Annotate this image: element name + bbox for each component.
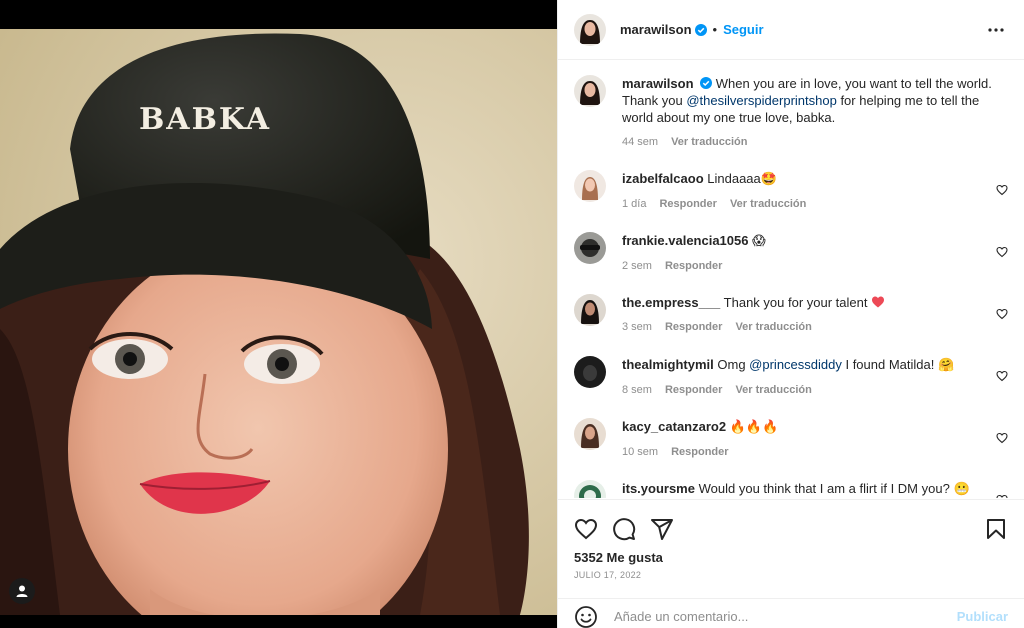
like-comment-heart-icon[interactable] (996, 246, 1008, 258)
heart-icon (574, 518, 598, 539)
post-header: marawilson • Seguir (558, 0, 1024, 60)
reply-button[interactable]: Responder (665, 382, 722, 399)
reply-button[interactable]: Responder (665, 258, 722, 275)
comment-username[interactable]: its.yoursme (622, 481, 695, 496)
caption-avatar[interactable] (574, 75, 606, 107)
comment-item: its.yoursme Would you think that I am a … (574, 480, 1008, 498)
publish-button[interactable]: Publicar (957, 609, 1008, 624)
comment-composer: Publicar (558, 598, 1024, 628)
like-button[interactable] (574, 517, 598, 541)
avatar-image (574, 418, 606, 450)
avatar-image (574, 356, 606, 388)
user-icon (16, 585, 28, 597)
like-comment-heart-icon[interactable] (996, 184, 1008, 196)
verified-badge-icon (694, 23, 707, 36)
comment-emoji: 🔥🔥🔥 (729, 420, 779, 435)
comment-age[interactable]: 2 sem (622, 258, 652, 275)
comment-button[interactable] (612, 517, 636, 541)
post-date[interactable]: JULIO 17, 2022 (574, 570, 641, 580)
comment-username[interactable]: kacy_catanzaro2 (622, 419, 726, 434)
avatar-image (574, 170, 606, 202)
more-dots-icon (988, 27, 1004, 32)
follow-button[interactable]: Seguir (723, 22, 763, 37)
verified-badge-icon (700, 77, 713, 89)
paper-plane-icon (651, 518, 673, 540)
commenter-avatar[interactable] (574, 170, 606, 202)
commenter-avatar[interactable] (574, 294, 606, 326)
like-comment-heart-icon[interactable] (996, 308, 1008, 320)
comment-item: frankie.valencia1056 😱 2 sem Responder (574, 232, 1008, 294)
comment-text: I found Matilda! (841, 357, 935, 372)
reply-button[interactable]: Responder (659, 196, 716, 213)
author-avatar[interactable] (574, 13, 606, 46)
comment-mention[interactable]: @princessdiddy (749, 357, 842, 372)
translate-button[interactable]: Ver traducción (735, 319, 811, 336)
comment-username[interactable]: izabelfalcaoo (622, 171, 704, 186)
comment-bubble-icon (613, 517, 636, 540)
commenter-avatar[interactable] (574, 356, 606, 388)
comment-text: Lindaaaa (707, 171, 761, 186)
caption-translate-button[interactable]: Ver traducción (671, 134, 747, 151)
save-button[interactable] (984, 517, 1008, 541)
author-username[interactable]: marawilson (620, 21, 692, 39)
comment-text-start: Omg (717, 357, 750, 372)
comment-item: kacy_catanzaro2 🔥🔥🔥 10 sem Responder (574, 418, 1008, 480)
comment-age[interactable]: 8 sem (622, 382, 652, 399)
comment-emoji: 😬 (953, 482, 970, 497)
post-image-panel[interactable]: BABKA (0, 0, 557, 628)
comment-age[interactable]: 1 día (622, 196, 646, 213)
like-comment-heart-icon[interactable] (996, 432, 1008, 444)
commenter-avatar[interactable] (574, 480, 606, 498)
author-avatar-image (574, 75, 606, 107)
emoji-picker-icon[interactable] (574, 605, 598, 628)
comment-item: thealmightymil Omg @princessdiddy I foun… (574, 356, 1008, 418)
commenter-avatar[interactable] (574, 418, 606, 450)
comment-username[interactable]: thealmightymil (622, 357, 714, 372)
like-comment-heart-icon[interactable] (996, 370, 1008, 382)
comment-age[interactable]: 3 sem (622, 319, 652, 336)
red-heart-emoji-icon (872, 296, 885, 308)
translate-button[interactable]: Ver traducción (730, 196, 806, 213)
comment-emoji: 🤗 (937, 358, 955, 373)
comment-item: the.empress___ Thank you for your talent… (574, 294, 1008, 356)
comment-emoji: 😱 (752, 234, 766, 249)
comment-text: Thank you for your talent (723, 295, 868, 310)
comment-username[interactable]: frankie.valencia1056 (622, 233, 748, 248)
post-photo-illustration: BABKA (0, 29, 557, 628)
comments-list[interactable]: marawilson When you are in love, you wan… (558, 61, 1024, 498)
commenter-avatar[interactable] (574, 232, 606, 264)
bookmark-icon (987, 518, 1005, 539)
post-actions-bar (558, 499, 1024, 545)
reply-button[interactable]: Responder (671, 444, 728, 461)
tagged-users-button[interactable] (9, 578, 35, 604)
comment-input[interactable] (614, 609, 957, 624)
caption-mention[interactable]: @thesilverspiderprintshop (686, 93, 837, 108)
post-image[interactable]: BABKA (0, 29, 557, 628)
author-avatar-image (574, 13, 606, 46)
avatar-image (574, 480, 606, 498)
avatar-image (574, 232, 606, 264)
like-comment-heart-icon[interactable] (996, 494, 1008, 498)
likes-count[interactable]: 5352 Me gusta (574, 550, 663, 565)
comment-emoji: 🤩 (760, 172, 777, 187)
post-side-panel: marawilson • Seguir marawilson When you … (557, 0, 1024, 628)
more-options-button[interactable] (984, 18, 1008, 42)
caption: marawilson When you are in love, you wan… (574, 75, 1008, 170)
comment-text: Would you think that I am a flirt if I D… (698, 481, 950, 496)
share-button[interactable] (650, 517, 674, 541)
translate-button[interactable]: Ver traducción (735, 382, 811, 399)
caption-age[interactable]: 44 sem (622, 134, 658, 151)
comment-age[interactable]: 10 sem (622, 444, 658, 461)
avatar-image (574, 294, 606, 326)
separator-dot: • (712, 22, 718, 37)
comment-username[interactable]: the.empress___ (622, 295, 720, 310)
caption-username[interactable]: marawilson (622, 76, 694, 91)
comment-item: izabelfalcaoo Lindaaaa🤩 1 día Responder … (574, 170, 1008, 232)
reply-button[interactable]: Responder (665, 319, 722, 336)
cap-text: BABKA (139, 102, 271, 137)
